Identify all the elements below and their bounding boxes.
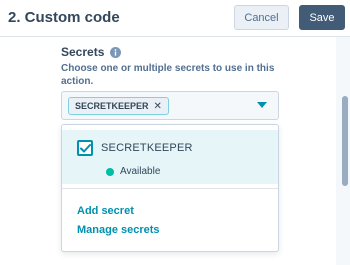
caret-down-icon[interactable] [257, 102, 267, 108]
tag-label: SECRETKEEPER [75, 101, 149, 111]
status-dot-icon [106, 167, 114, 176]
add-secret-link[interactable]: Add secret [77, 205, 134, 217]
selected-secret-tag: SECRETKEEPER ✕ [68, 97, 169, 115]
dropdown-option-secretkeeper[interactable]: SECRETKEEPER Available [62, 130, 278, 184]
option-status: Available [106, 166, 160, 177]
cancel-button[interactable]: Cancel [234, 5, 289, 30]
secrets-dropdown-menu: SECRETKEEPER Available Add secret Manage… [61, 124, 279, 252]
status-text: Available [120, 166, 161, 177]
header-bar: 2. Custom code Cancel Save [0, 0, 350, 37]
secrets-label-row: Secrets [61, 45, 122, 59]
secrets-select[interactable]: SECRETKEEPER ✕ [61, 91, 279, 120]
option-checkbox[interactable] [77, 140, 93, 156]
close-icon[interactable]: ✕ [154, 101, 162, 112]
secrets-help-text: Choose one or multiple secrets to use in… [61, 63, 275, 87]
option-label: SECRETKEEPER [101, 142, 193, 154]
scrollbar-thumb[interactable] [342, 96, 348, 186]
save-button[interactable]: Save [299, 5, 345, 30]
manage-secrets-link[interactable]: Manage secrets [77, 224, 160, 236]
checkmark-icon [79, 143, 91, 152]
dropdown-divider [62, 188, 278, 189]
page-title: 2. Custom code [8, 9, 120, 26]
info-icon[interactable] [110, 46, 122, 58]
secrets-label: Secrets [61, 45, 105, 59]
